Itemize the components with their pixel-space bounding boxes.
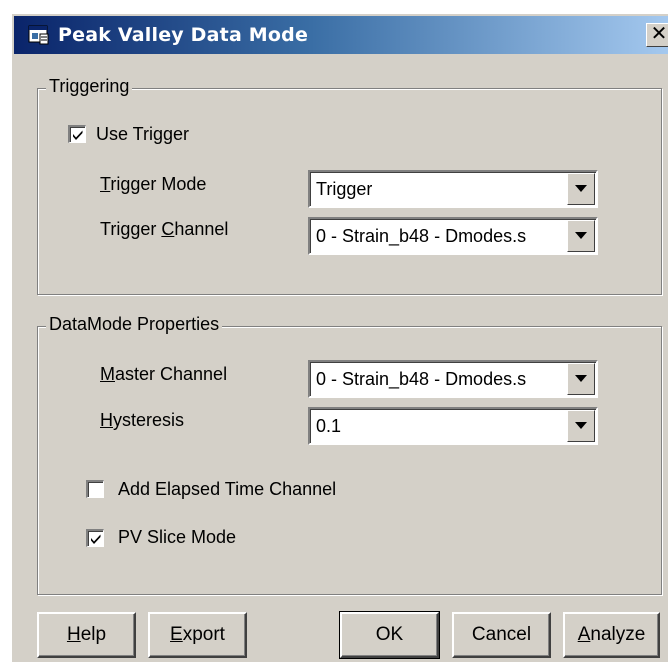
master-channel-label: Master Channel — [100, 364, 228, 384]
hysteresis-value: 0.1 — [316, 416, 342, 436]
hysteresis-label: Hysteresis — [100, 410, 185, 430]
trigger-mode-label: Trigger Mode — [100, 174, 207, 194]
hysteresis-select[interactable]: 0.1 — [308, 407, 598, 445]
use-trigger-checkbox[interactable] — [68, 125, 86, 143]
datamode-properties-group-label: DataMode Properties — [46, 314, 223, 335]
title-bar[interactable]: Peak Valley Data Mode ✕ — [14, 16, 668, 54]
hysteresis-dropdown-button[interactable] — [567, 410, 595, 442]
trigger-mode-value: Trigger — [316, 179, 373, 199]
analyze-button[interactable]: Analyze — [563, 612, 660, 658]
check-icon — [73, 130, 83, 140]
peak-valley-dialog: Peak Valley Data Mode ✕ Triggering Use T… — [10, 12, 668, 662]
chevron-down-icon — [575, 375, 587, 382]
help-button[interactable]: Help — [37, 612, 136, 658]
master-channel-value: 0 - Strain_b48 - Dmodes.s — [316, 369, 527, 389]
window-app-icon — [28, 25, 50, 45]
chevron-down-icon — [575, 185, 587, 192]
close-button[interactable]: ✕ — [646, 23, 668, 47]
close-icon: ✕ — [650, 23, 668, 45]
add-elapsed-time-checkbox[interactable] — [86, 480, 104, 498]
pv-slice-mode-checkbox[interactable] — [86, 529, 104, 547]
ok-button[interactable]: OK — [339, 611, 440, 659]
master-channel-select[interactable]: 0 - Strain_b48 - Dmodes.s — [308, 360, 598, 398]
check-icon — [91, 534, 101, 544]
chevron-down-icon — [575, 422, 587, 429]
trigger-channel-dropdown-button[interactable] — [567, 220, 595, 252]
pv-slice-mode-label[interactable]: PV Slice Mode — [118, 527, 236, 548]
trigger-channel-value: 0 - Strain_b48 - Dmodes.s — [316, 226, 527, 246]
master-channel-dropdown-button[interactable] — [567, 363, 595, 395]
add-elapsed-time-label[interactable]: Add Elapsed Time Channel — [118, 479, 336, 500]
trigger-channel-label: Trigger Channel — [100, 219, 229, 239]
use-trigger-label[interactable]: Use Trigger — [96, 124, 189, 145]
trigger-channel-select[interactable]: 0 - Strain_b48 - Dmodes.s — [308, 217, 598, 255]
cancel-button[interactable]: Cancel — [452, 612, 551, 658]
export-button[interactable]: Export — [148, 612, 247, 658]
triggering-group-label: Triggering — [46, 76, 133, 97]
trigger-mode-select[interactable]: Trigger — [308, 170, 598, 208]
chevron-down-icon — [575, 232, 587, 239]
window-title: Peak Valley Data Mode — [58, 24, 309, 46]
trigger-mode-dropdown-button[interactable] — [567, 173, 595, 205]
